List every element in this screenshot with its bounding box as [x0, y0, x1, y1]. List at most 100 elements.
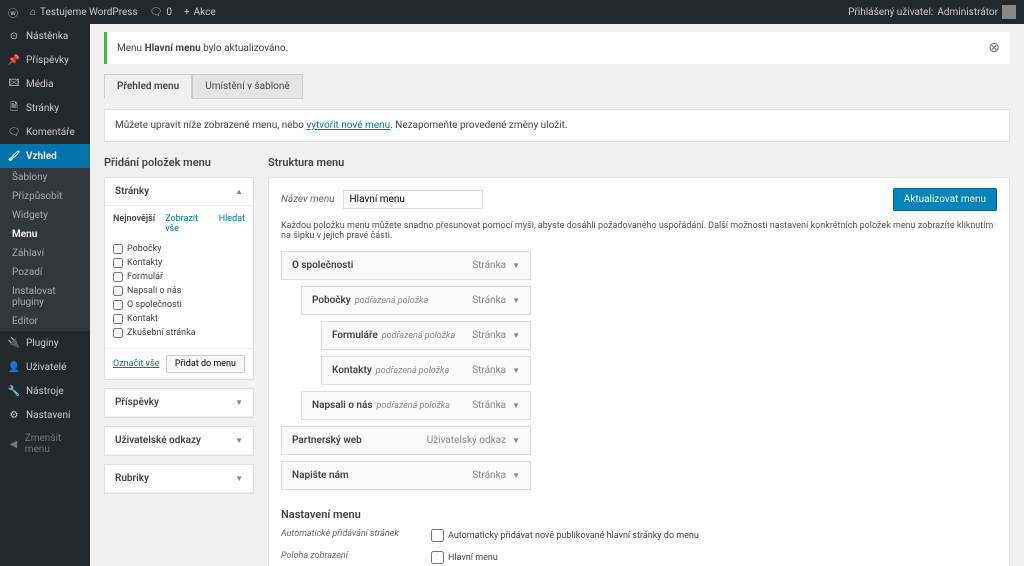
sidebar-sub-editor[interactable]: Editor — [0, 312, 90, 331]
help-text: Můžete upravit níže zobrazené menu, nebo… — [104, 109, 1010, 142]
tab-search[interactable]: Hledat — [219, 214, 245, 234]
auto-add-label: Automatické přidávání stránek — [281, 529, 431, 545]
page-checkbox[interactable] — [113, 328, 123, 338]
pin-icon: 📌 — [8, 54, 20, 66]
sidebar-sub-install-plugins[interactable]: Instalovat pluginy — [0, 282, 90, 312]
admin-toolbar: ⓦ ⌂ Testujeme WordPress 🗨 0 + Akce Přihl… — [0, 0, 1024, 24]
site-name-link[interactable]: ⌂ Testujeme WordPress — [30, 7, 138, 18]
page-checkbox[interactable] — [113, 258, 123, 268]
sidebar-sub-themes[interactable]: Šablony — [0, 168, 90, 187]
user-account-link[interactable]: Přihlášený uživatel: Administrátor — [848, 5, 1016, 19]
chevron-down-icon: ▼ — [512, 261, 520, 270]
sidebar-item-settings[interactable]: ⚙Nastavení — [0, 403, 90, 427]
chevron-down-icon: ▼ — [512, 401, 520, 410]
add-to-menu-button[interactable]: Přidat do menu — [166, 355, 245, 373]
page-checkbox[interactable] — [113, 300, 123, 310]
chevron-down-icon: ▼ — [512, 366, 520, 375]
menu-item[interactable]: Pobočkypodřazená položka Stránka▼ — [301, 286, 531, 315]
sidebar-item-tools[interactable]: 🔧Nástroje — [0, 379, 90, 403]
location-main-checkbox[interactable] — [431, 551, 444, 564]
menu-item[interactable]: Kontaktypodřazená položka Stránka▼ — [321, 356, 531, 385]
links-metabox: Uživatelské odkazy ▼ — [104, 426, 254, 456]
menu-settings: Nastavení menu Automatické přidávání str… — [281, 508, 997, 566]
new-content-link[interactable]: + Akce — [184, 7, 216, 18]
dashboard-icon: ⊙ — [8, 30, 20, 42]
sidebar-submenu-appearance: Šablony Přizpůsobit Widgety Menu Záhlaví… — [0, 168, 90, 331]
sidebar-item-plugins[interactable]: 🔌Pluginy — [0, 331, 90, 355]
main-content: Menu Hlavní menu bylo aktualizováno. ⊗ P… — [90, 24, 1024, 566]
pages-metabox-toggle[interactable]: Stránky ▲ — [105, 178, 253, 206]
appearance-icon: 🖌 — [8, 150, 20, 162]
add-items-heading: Přidání položek menu — [104, 156, 254, 169]
wp-logo-icon[interactable]: ⓦ — [8, 5, 18, 20]
comment-icon: 🗨 — [150, 7, 163, 18]
categories-metabox-toggle[interactable]: Rubriky ▼ — [105, 465, 253, 493]
page-icon: 🗎 — [8, 102, 20, 114]
comments-link[interactable]: 🗨 0 — [150, 7, 172, 18]
page-label: Kontakty — [127, 258, 162, 268]
success-notice: Menu Hlavní menu bylo aktualizováno. ⊗ — [104, 32, 1010, 64]
sidebar-sub-background[interactable]: Pozadí — [0, 263, 90, 282]
admin-sidebar: ⊙Nástěnka 📌Příspěvky 🖾Média 🗎Stránky 🗨Ko… — [0, 24, 90, 566]
menu-item[interactable]: Partnerský web Uživatelský odkaz▼ — [281, 426, 531, 455]
menu-name-input[interactable] — [343, 190, 483, 209]
tab-view-all[interactable]: Zobrazit vše — [165, 214, 209, 234]
page-checkbox[interactable] — [113, 314, 123, 324]
tab-locations[interactable]: Umístění v šabloně — [192, 74, 302, 99]
tab-recent[interactable]: Nejnovější — [113, 214, 155, 234]
menu-name-label: Název menu — [281, 194, 335, 205]
sidebar-sub-menu[interactable]: Menu — [0, 225, 90, 244]
plugin-icon: 🔌 — [8, 337, 20, 349]
menu-item[interactable]: Napsali o náspodřazená položka Stránka▼ — [301, 391, 531, 420]
dismiss-notice-button[interactable]: ⊗ — [988, 40, 1000, 56]
menu-item[interactable]: Napište nám Stránka▼ — [281, 461, 531, 490]
page-label: Zkušební stránka — [127, 328, 196, 338]
menu-item[interactable]: Formulářepodřazená položka Stránka▼ — [321, 321, 531, 350]
add-items-column: Přidání položek menu Stránky ▲ Nejnovějš… — [104, 156, 254, 566]
page-checkbox[interactable] — [113, 272, 123, 282]
sidebar-item-posts[interactable]: 📌Příspěvky — [0, 48, 90, 72]
page-label: Pobočky — [127, 244, 161, 254]
page-checkbox[interactable] — [113, 286, 123, 296]
chevron-down-icon: ▼ — [235, 398, 243, 407]
sidebar-item-media[interactable]: 🖾Média — [0, 72, 90, 96]
sidebar-sub-widgets[interactable]: Widgety — [0, 206, 90, 225]
page-label: Formulář — [127, 272, 163, 282]
page-checkbox[interactable] — [113, 244, 123, 254]
media-icon: 🖾 — [8, 78, 20, 90]
page-label: O společnosti — [127, 300, 182, 310]
avatar — [1002, 5, 1016, 19]
sidebar-item-users[interactable]: 👤Uživatelé — [0, 355, 90, 379]
plus-icon: + — [184, 7, 190, 18]
chevron-down-icon: ▼ — [512, 436, 520, 445]
posts-metabox: Příspěvky ▼ — [104, 388, 254, 418]
posts-metabox-toggle[interactable]: Příspěvky ▼ — [105, 389, 253, 417]
menu-item[interactable]: O společnosti Stránka▼ — [281, 251, 531, 280]
categories-metabox: Rubriky ▼ — [104, 464, 254, 494]
tools-icon: 🔧 — [8, 385, 20, 397]
auto-add-checkbox[interactable] — [431, 529, 444, 542]
links-metabox-toggle[interactable]: Uživatelské odkazy ▼ — [105, 427, 253, 455]
save-menu-button-top[interactable]: Aktualizovat menu — [893, 188, 997, 211]
create-new-menu-link[interactable]: vytvořit nové menu — [306, 120, 390, 131]
sidebar-item-appearance[interactable]: 🖌Vzhled — [0, 144, 90, 168]
sidebar-sub-header[interactable]: Záhlaví — [0, 244, 90, 263]
home-icon: ⌂ — [30, 7, 36, 18]
sidebar-item-pages[interactable]: 🗎Stránky — [0, 96, 90, 120]
chevron-down-icon: ▼ — [512, 331, 520, 340]
sidebar-item-dashboard[interactable]: ⊙Nástěnka — [0, 24, 90, 48]
chevron-down-icon: ▼ — [235, 474, 243, 483]
sidebar-sub-customize[interactable]: Přizpůsobit — [0, 187, 90, 206]
structure-hint: Každou položku menu můžete snadno přesun… — [281, 221, 997, 241]
page-label: Napsali o nás — [127, 286, 181, 296]
nav-tabs: Přehled menu Umístění v šabloně — [104, 74, 1010, 99]
settings-icon: ⚙ — [8, 409, 20, 421]
settings-heading: Nastavení menu — [281, 508, 997, 521]
sidebar-collapse[interactable]: ◀Zmenšit menu — [0, 427, 90, 461]
sidebar-item-comments[interactable]: 🗨Komentáře — [0, 120, 90, 144]
select-all-link[interactable]: Označit vše — [113, 359, 159, 369]
pages-metabox: Stránky ▲ Nejnovější Zobrazit vše Hledat… — [104, 177, 254, 380]
users-icon: 👤 — [8, 361, 20, 373]
chevron-up-icon: ▲ — [235, 187, 243, 196]
tab-overview[interactable]: Přehled menu — [104, 74, 192, 99]
